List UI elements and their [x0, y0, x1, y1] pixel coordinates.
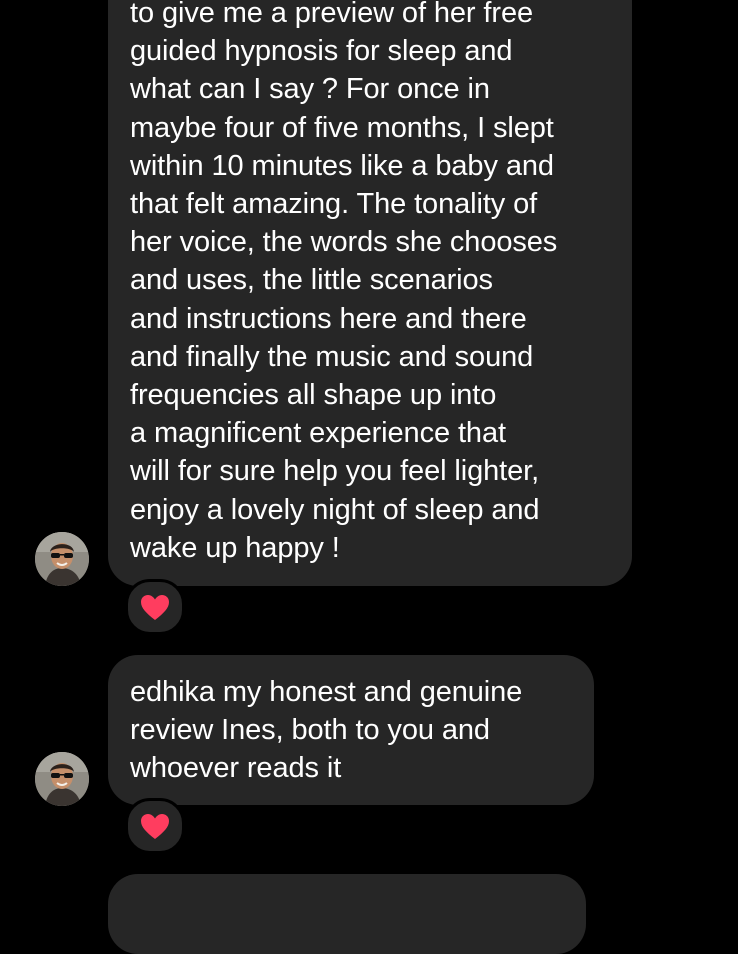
avatar-photo [35, 752, 89, 806]
message-line: enjoy a lovely night of sleep and [130, 493, 540, 526]
reaction-badge[interactable] [125, 579, 185, 635]
message-text: edhika my honest and genuine review Ines… [130, 673, 522, 788]
message-bubble-3[interactable] [108, 874, 586, 954]
sender-avatar[interactable] [35, 532, 89, 586]
message-line: review Ines, both to you and [130, 714, 490, 747]
message-text: to give me a preview of her free guided … [130, 0, 557, 567]
heart-icon [141, 813, 169, 839]
message-line: and finally the music and sound [130, 340, 534, 373]
message-line: her voice, the words she chooses [130, 226, 558, 259]
reaction-badge[interactable] [125, 798, 185, 854]
message-line: wake up happy ! [130, 531, 340, 564]
sender-avatar[interactable] [35, 752, 89, 806]
message-line: within 10 minutes like a baby and [130, 149, 554, 182]
message-line: guided hypnosis for sleep and [130, 35, 513, 68]
message-line: and instructions here and there [130, 302, 527, 335]
message-line: a magnificent experience that [130, 417, 506, 450]
message-line: edhika my honest and genuine [130, 676, 523, 708]
message-line: will for sure help you feel lighter, [130, 455, 540, 488]
message-line: what can I say ? For once in [130, 73, 490, 106]
avatar-photo [35, 532, 89, 586]
heart-icon [141, 594, 169, 620]
message-line: and uses, the little scenarios [130, 264, 493, 297]
message-line: that felt amazing. The tonality of [130, 188, 538, 221]
message-line: to give me a preview of her free [130, 0, 533, 29]
message-line: whoever reads it [130, 752, 342, 785]
message-bubble-1[interactable]: to give me a preview of her free guided … [108, 0, 632, 586]
message-line: maybe four of five months, I slept [130, 111, 554, 144]
message-line: frequencies all shape up into [130, 379, 497, 412]
message-bubble-2[interactable]: edhika my honest and genuine review Ines… [108, 655, 594, 805]
